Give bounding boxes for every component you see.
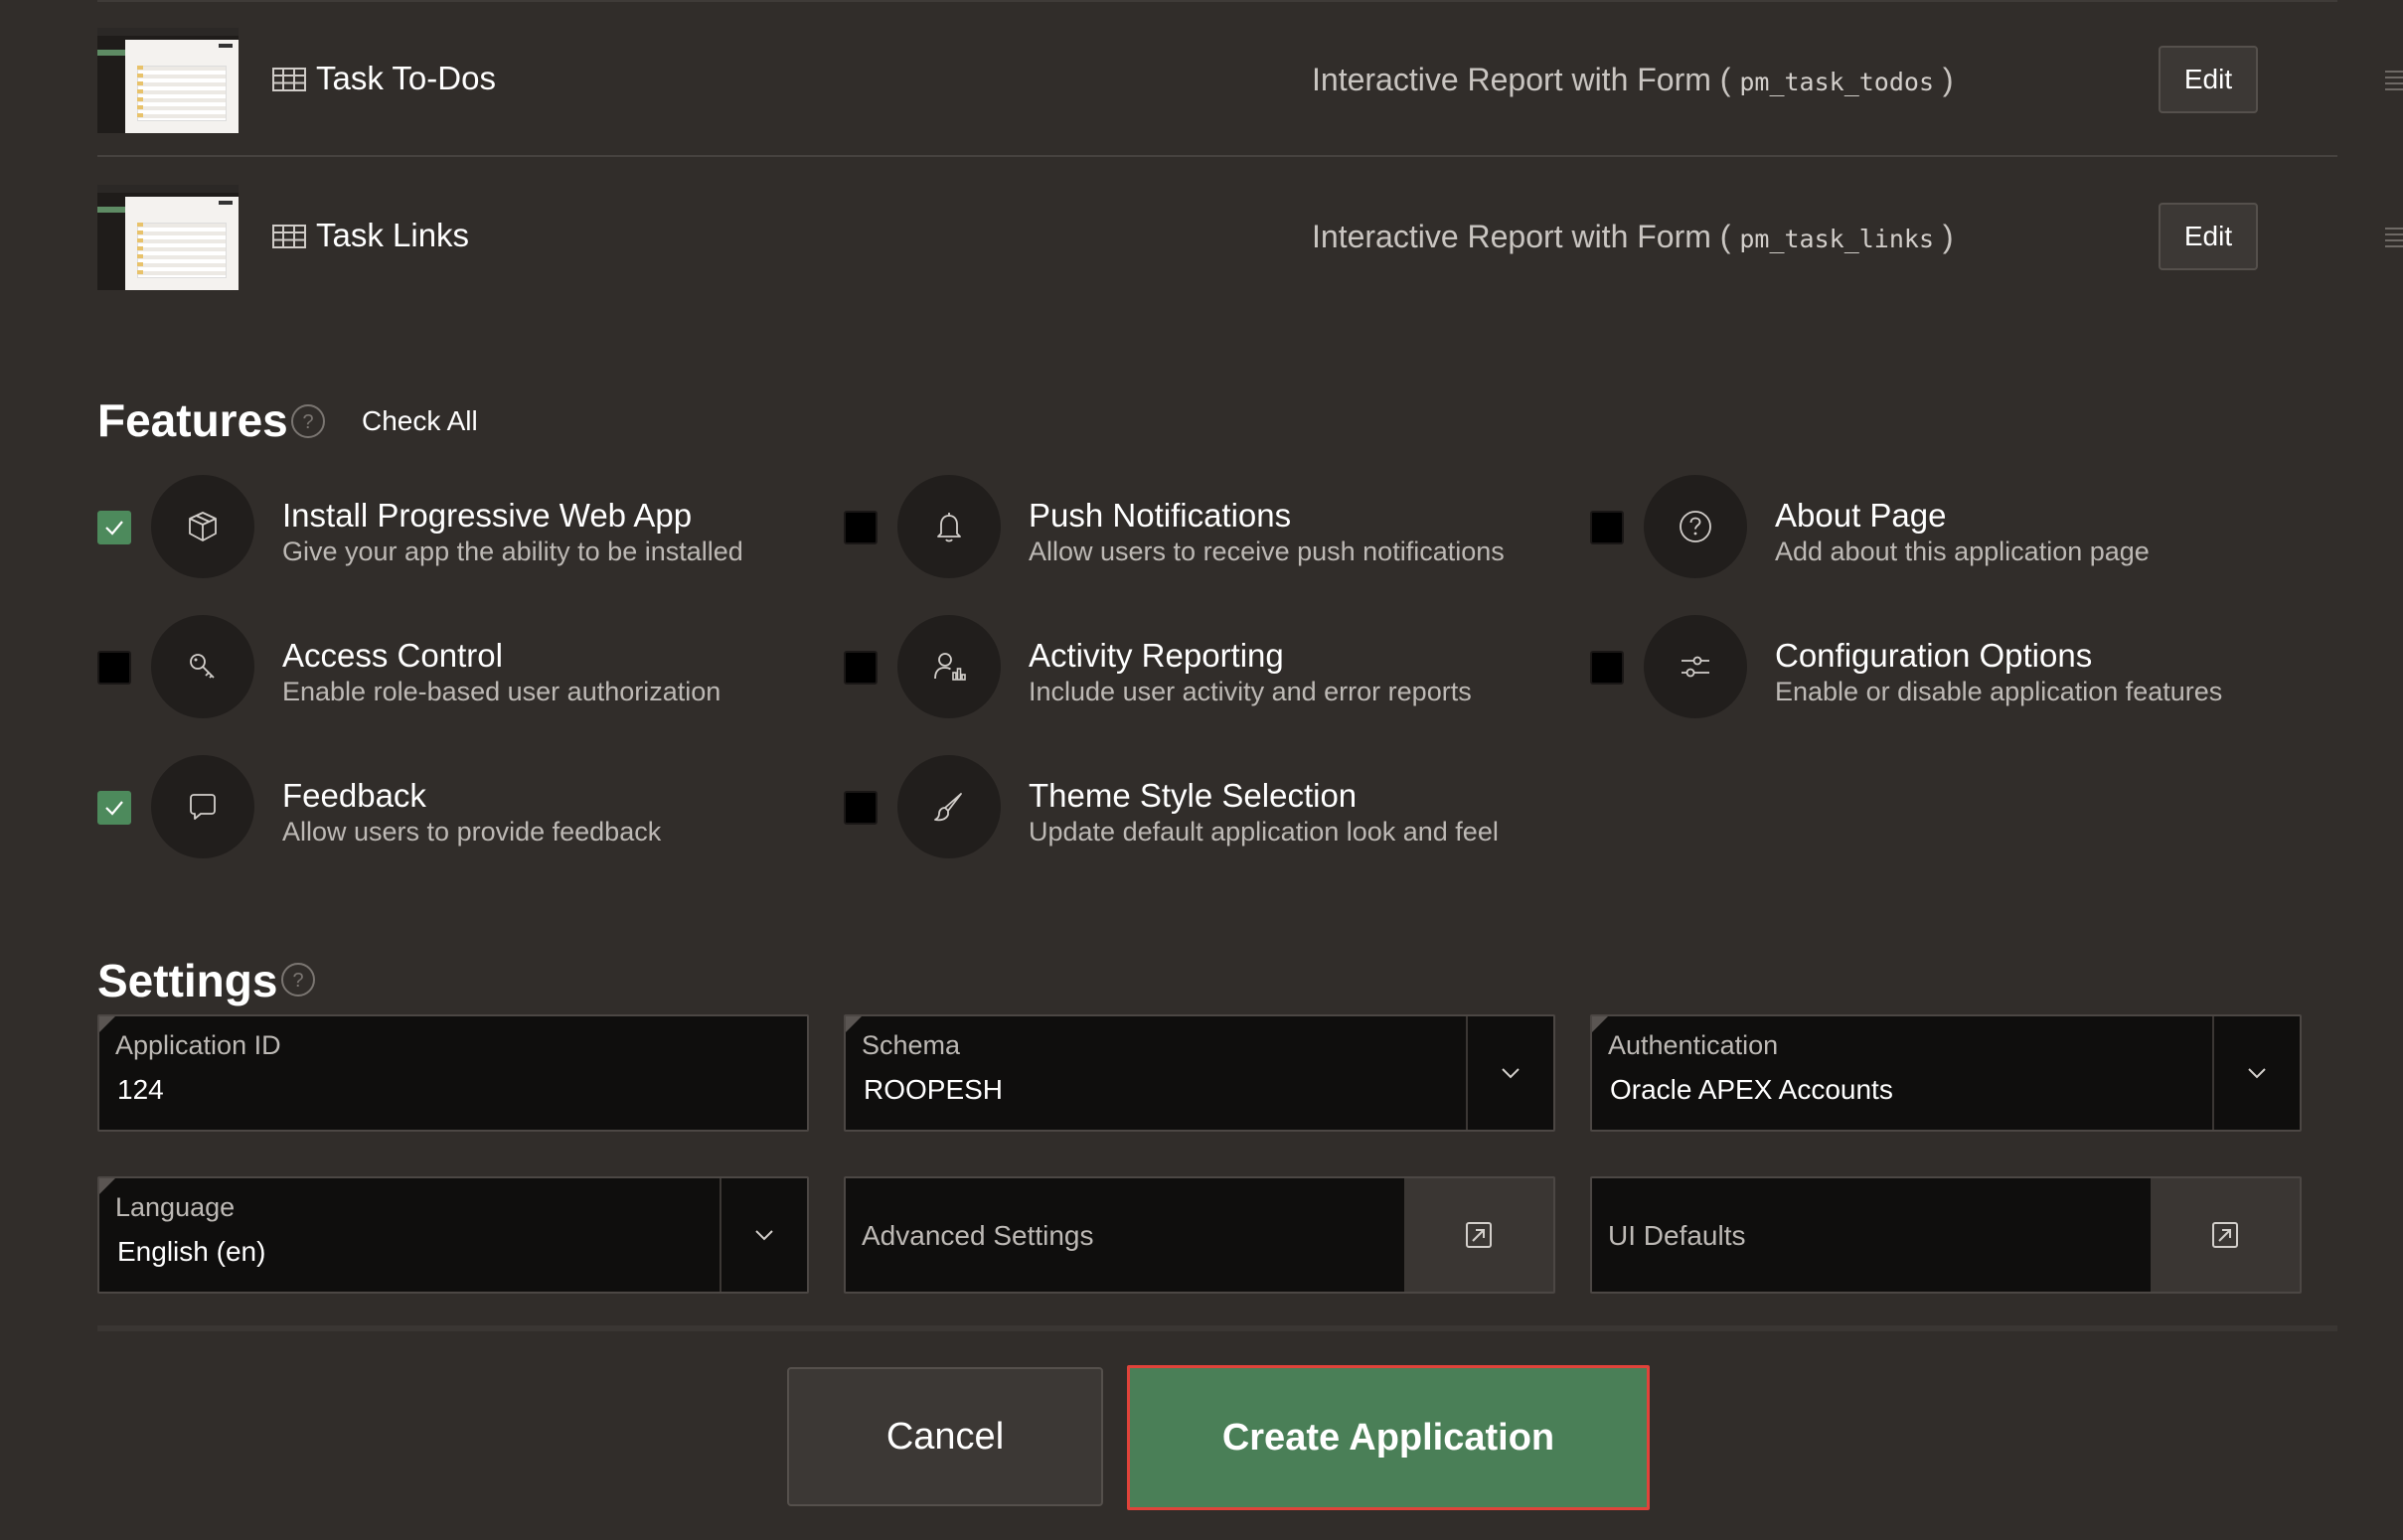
external-dialog-icon: [1466, 1222, 1492, 1248]
table-icon: [272, 68, 306, 91]
feature-checkbox[interactable]: [97, 791, 131, 825]
features-heading: Features: [97, 394, 288, 446]
features-help-icon[interactable]: ?: [290, 403, 326, 439]
speech-bubble-icon: [151, 755, 254, 858]
feature-description: Allow users to receive push notification…: [1029, 537, 1505, 566]
application-id-field[interactable]: Application ID 124: [97, 1014, 809, 1132]
application-id-value[interactable]: 124: [117, 1074, 164, 1106]
page-thumbnail: [97, 28, 239, 133]
table-name: pm_task_todos: [1739, 68, 1935, 96]
feature-description: Enable or disable application features: [1775, 677, 2223, 706]
language-label: Language: [115, 1192, 236, 1222]
feature-checkbox[interactable]: [1590, 511, 1624, 544]
feature-description: Allow users to provide feedback: [282, 817, 662, 847]
checkmark-icon: [105, 801, 123, 816]
svg-text:?: ?: [292, 970, 303, 992]
table-icon: [272, 225, 306, 248]
create-application-page: { "pages": [ { "title": "Task To-Dos", "…: [0, 0, 2403, 1540]
feature-title: Feedback: [282, 777, 426, 814]
application-id-label: Application ID: [115, 1030, 281, 1060]
language-value[interactable]: English (en): [117, 1236, 265, 1268]
page-type: Interactive Report with Form ( pm_task_l…: [1312, 219, 1954, 254]
chevron-down-icon: [755, 1230, 773, 1241]
feature-description: Enable role-based user authorization: [282, 677, 721, 706]
advanced-settings-label: Advanced Settings: [862, 1220, 1094, 1251]
edit-page-button[interactable]: Edit: [2159, 203, 2258, 270]
feature-about-page: About Page Add about this application pa…: [1590, 471, 2306, 580]
cancel-button[interactable]: Cancel: [787, 1367, 1103, 1506]
ui-defaults-label: UI Defaults: [1608, 1220, 1746, 1251]
chevron-down-icon: [2248, 1068, 2266, 1079]
paintbrush-icon: [897, 755, 1001, 858]
feature-description: Include user activity and error reports: [1029, 677, 1472, 706]
schema-dropdown-button[interactable]: [1466, 1016, 1553, 1130]
page-title: Task To-Dos: [316, 60, 496, 96]
user-chart-icon: [897, 615, 1001, 718]
feature-description: Add about this application page: [1775, 537, 2150, 566]
feature-configuration-options: Configuration Options Enable or disable …: [1590, 611, 2306, 720]
feature-checkbox[interactable]: [844, 511, 878, 544]
svg-text:?: ?: [302, 411, 313, 433]
settings-help-icon[interactable]: ?: [280, 962, 316, 998]
bottom-divider: [97, 1325, 2337, 1331]
sliders-icon: [1644, 615, 1747, 718]
schema-select[interactable]: Schema ROOPESH: [844, 1014, 1555, 1132]
edit-page-button[interactable]: Edit: [2159, 46, 2258, 113]
feature-install-pwa: Install Progressive Web App Give your ap…: [97, 471, 813, 580]
chevron-down-icon: [1502, 1068, 1520, 1079]
authentication-select[interactable]: Authentication Oracle APEX Accounts: [1590, 1014, 2302, 1132]
page-type: Interactive Report with Form ( pm_task_t…: [1312, 62, 1954, 97]
feature-push-notifications: Push Notifications Allow users to receiv…: [844, 471, 1559, 580]
feature-title: Install Progressive Web App: [282, 497, 693, 534]
feature-title: Configuration Options: [1775, 637, 2093, 674]
ui-defaults-field[interactable]: UI Defaults: [1590, 1176, 2302, 1294]
feature-checkbox[interactable]: [1590, 651, 1624, 685]
feature-title: Access Control: [282, 637, 503, 674]
create-application-button[interactable]: Create Application: [1127, 1365, 1650, 1510]
feature-description: Update default application look and feel: [1029, 817, 1499, 847]
key-icon: [151, 615, 254, 718]
feature-access-control: Access Control Enable role-based user au…: [97, 611, 813, 720]
question-circle-icon: [1644, 475, 1747, 578]
language-select[interactable]: Language English (en): [97, 1176, 809, 1294]
page-row-task-links: Task Links Interactive Report with Form …: [97, 159, 2403, 314]
check-all-link[interactable]: Check All: [362, 405, 478, 437]
feature-title: Theme Style Selection: [1029, 777, 1358, 814]
authentication-label: Authentication: [1608, 1030, 1779, 1060]
advanced-settings-field[interactable]: Advanced Settings: [844, 1176, 1555, 1294]
checkmark-icon: [105, 521, 123, 536]
settings-heading: Settings: [97, 955, 278, 1006]
bell-icon: [897, 475, 1001, 578]
external-dialog-icon: [2212, 1222, 2238, 1248]
feature-activity-reporting: Activity Reporting Include user activity…: [844, 611, 1559, 720]
authentication-value[interactable]: Oracle APEX Accounts: [1610, 1074, 1893, 1106]
ui-defaults-open-button[interactable]: [2151, 1178, 2300, 1292]
drag-handle-icon[interactable]: [2385, 227, 2403, 248]
feature-checkbox[interactable]: [97, 511, 131, 544]
feature-title: Push Notifications: [1029, 497, 1292, 534]
feature-feedback: Feedback Allow users to provide feedback: [97, 751, 813, 860]
feature-checkbox[interactable]: [844, 791, 878, 825]
advanced-settings-open-button[interactable]: [1404, 1178, 1553, 1292]
schema-value[interactable]: ROOPESH: [864, 1074, 1003, 1106]
package-icon: [151, 475, 254, 578]
page-row-task-todos: Task To-Dos Interactive Report with Form…: [97, 2, 2403, 157]
feature-title: About Page: [1775, 497, 1947, 534]
page-title: Task Links: [316, 217, 470, 253]
drag-handle-icon[interactable]: [2385, 70, 2403, 91]
authentication-dropdown-button[interactable]: [2212, 1016, 2300, 1130]
feature-title: Activity Reporting: [1029, 637, 1284, 674]
feature-description: Give your app the ability to be installe…: [282, 537, 743, 566]
schema-label: Schema: [862, 1030, 961, 1060]
language-dropdown-button[interactable]: [720, 1178, 807, 1292]
page-thumbnail: [97, 185, 239, 290]
feature-checkbox[interactable]: [844, 651, 878, 685]
feature-checkbox[interactable]: [97, 651, 131, 685]
table-name: pm_task_links: [1739, 225, 1935, 253]
feature-theme-style-selection: Theme Style Selection Update default app…: [844, 751, 1559, 860]
